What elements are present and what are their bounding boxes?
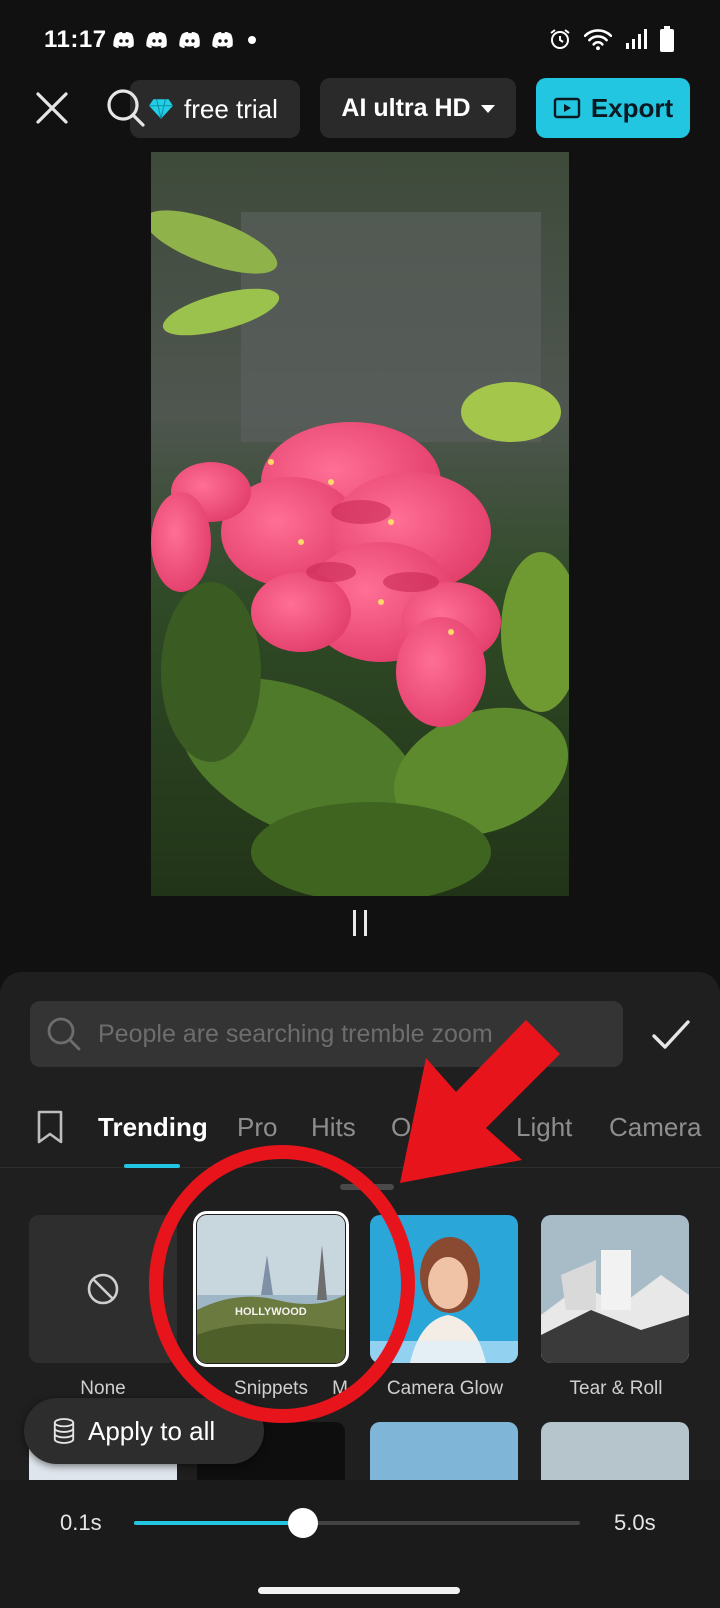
slider-min-label: 0.1s — [60, 1510, 102, 1535]
snippets-thumbnail: HOLLYWOOD — [197, 1215, 345, 1363]
wifi-icon — [584, 29, 612, 51]
no-effect-icon — [87, 1273, 119, 1305]
duration-slider-thumb[interactable] — [288, 1508, 319, 1538]
effect-tile-snippets[interactable]: HOLLYWOOD — [193, 1211, 349, 1367]
editor-top-bar: free trial AI ultra HD Export — [0, 78, 720, 140]
close-icon[interactable] — [30, 86, 74, 130]
video-preview[interactable] — [151, 152, 569, 896]
pause-icon — [364, 910, 367, 936]
effect-tile-row2-3[interactable] — [370, 1422, 518, 1480]
diamond-icon — [149, 99, 173, 119]
tear-roll-thumbnail — [541, 1215, 689, 1363]
effect-tile-camera-glow[interactable] — [370, 1215, 518, 1363]
alarm-icon — [550, 29, 570, 49]
export-icon — [553, 97, 581, 119]
flower-photo — [151, 152, 569, 896]
tab-hits[interactable]: Hits — [311, 1112, 356, 1143]
apply-to-all-button[interactable]: Apply to all — [24, 1398, 264, 1464]
tab-partial[interactable]: O — [391, 1112, 411, 1143]
export-label: Export — [590, 92, 674, 123]
bookmark-icon[interactable] — [36, 1110, 64, 1144]
active-tab-indicator — [124, 1164, 180, 1168]
export-button[interactable]: Export — [536, 78, 690, 138]
notification-dot — [248, 36, 256, 44]
status-bar: 11:17 — [0, 0, 720, 80]
discord-icon — [179, 32, 200, 48]
discord-icon — [113, 32, 134, 48]
duration-slider-fill — [134, 1521, 304, 1525]
status-app-icons — [112, 28, 256, 52]
battery-icon — [660, 26, 674, 52]
effect-tile-row2-4[interactable] — [541, 1422, 689, 1480]
free-trial-button[interactable]: free trial — [130, 80, 300, 138]
discord-icon — [212, 32, 233, 48]
apply-to-all-label: Apply to all — [88, 1415, 216, 1446]
effect-label-none: None — [80, 1378, 126, 1399]
search-icon — [47, 1017, 81, 1051]
effects-category-tabs: Trending Pro Hits O Light Camera — [0, 1090, 720, 1168]
pause-button[interactable] — [346, 910, 374, 940]
effect-label-tear-roll: Tear & Roll — [569, 1378, 663, 1399]
status-time: 11:17 — [44, 26, 107, 53]
pause-icon — [353, 910, 356, 936]
ai-ultra-hd-label: AI ultra HD — [341, 93, 471, 122]
slider-max-label: 5.0s — [614, 1510, 656, 1535]
tab-light[interactable]: Light — [516, 1112, 572, 1143]
home-indicator[interactable] — [258, 1587, 460, 1594]
svg-text:HOLLYWOOD: HOLLYWOOD — [235, 1306, 307, 1318]
effects-search-input[interactable] — [98, 1019, 578, 1049]
search-icon[interactable] — [104, 86, 148, 130]
chevron-down-icon — [480, 105, 495, 113]
free-trial-label: free trial — [184, 93, 278, 124]
panel-scroll-handle[interactable] — [340, 1184, 394, 1190]
discord-icon — [146, 32, 167, 48]
tab-pro[interactable]: Pro — [237, 1112, 277, 1143]
signal-icon — [626, 29, 647, 49]
duration-slider-track[interactable] — [134, 1508, 580, 1538]
camera-glow-thumbnail — [370, 1215, 518, 1363]
tab-camera[interactable]: Camera — [609, 1112, 701, 1143]
status-system-icons — [548, 26, 674, 52]
ai-ultra-hd-dropdown[interactable]: AI ultra HD — [320, 78, 516, 138]
effect-tile-none[interactable] — [29, 1215, 177, 1363]
layers-icon — [53, 1418, 75, 1444]
tab-trending[interactable]: Trending — [98, 1112, 208, 1143]
effect-label-camera-glow: Camera Glow — [386, 1378, 504, 1399]
effect-tile-tear-roll[interactable] — [541, 1215, 689, 1363]
effects-search-box[interactable] — [30, 1001, 623, 1067]
checkmark-icon[interactable] — [648, 1012, 694, 1058]
